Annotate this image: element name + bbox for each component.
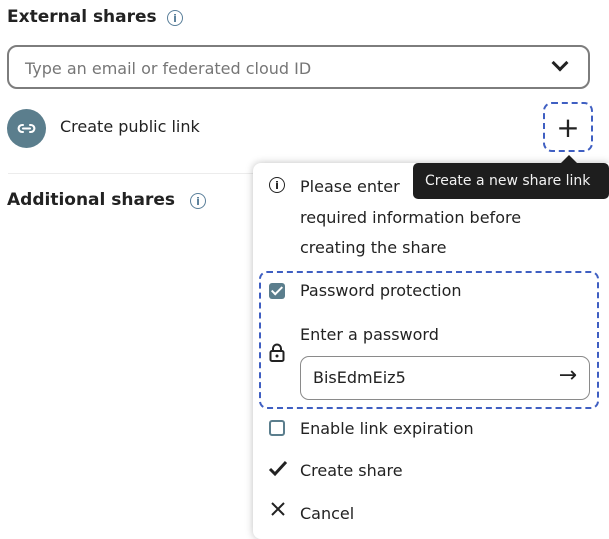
cancel-button[interactable]: Cancel <box>300 498 354 529</box>
additional-shares-heading: Additional shares <box>7 190 175 210</box>
search-placeholder: Type an email or federated cloud ID <box>25 59 312 78</box>
password-value: BisEdmEiz5 <box>313 368 406 387</box>
link-expiration-label[interactable]: Enable link expiration <box>300 413 474 444</box>
chevron-down-icon[interactable] <box>551 54 569 72</box>
tooltip: Create a new share link <box>413 163 609 199</box>
add-share-link-button[interactable]: + <box>543 102 593 152</box>
link-expiration-checkbox[interactable] <box>269 420 285 436</box>
submit-arrow-icon[interactable]: → <box>559 363 577 388</box>
password-protection-label[interactable]: Password protection <box>300 275 462 306</box>
create-share-button[interactable]: Create share <box>300 455 403 486</box>
share-search-input[interactable]: Type an email or federated cloud ID <box>7 45 590 89</box>
lock-icon <box>269 343 285 363</box>
password-input[interactable]: BisEdmEiz5 → <box>300 356 590 400</box>
tooltip-arrow <box>561 155 577 163</box>
external-shares-info-icon[interactable]: i <box>167 10 183 26</box>
create-public-link-label: Create public link <box>60 117 200 136</box>
checkbox-checked-icon <box>269 283 285 299</box>
additional-shares-info-icon[interactable]: i <box>190 193 206 209</box>
close-icon <box>269 500 287 518</box>
external-shares-heading: External shares <box>7 7 157 27</box>
popover-info-text-line3: creating the share <box>300 238 447 257</box>
info-icon: i <box>269 177 285 193</box>
popover-info-text-line2: required information before <box>300 208 522 227</box>
checkbox-unchecked-icon <box>269 420 285 436</box>
plus-icon: + <box>556 110 580 144</box>
popover-info-text-line1: Please enter <box>300 177 400 196</box>
link-icon <box>7 109 46 148</box>
section-divider <box>8 173 253 174</box>
password-field-label: Enter a password <box>300 325 439 344</box>
checkmark-icon <box>268 458 288 478</box>
